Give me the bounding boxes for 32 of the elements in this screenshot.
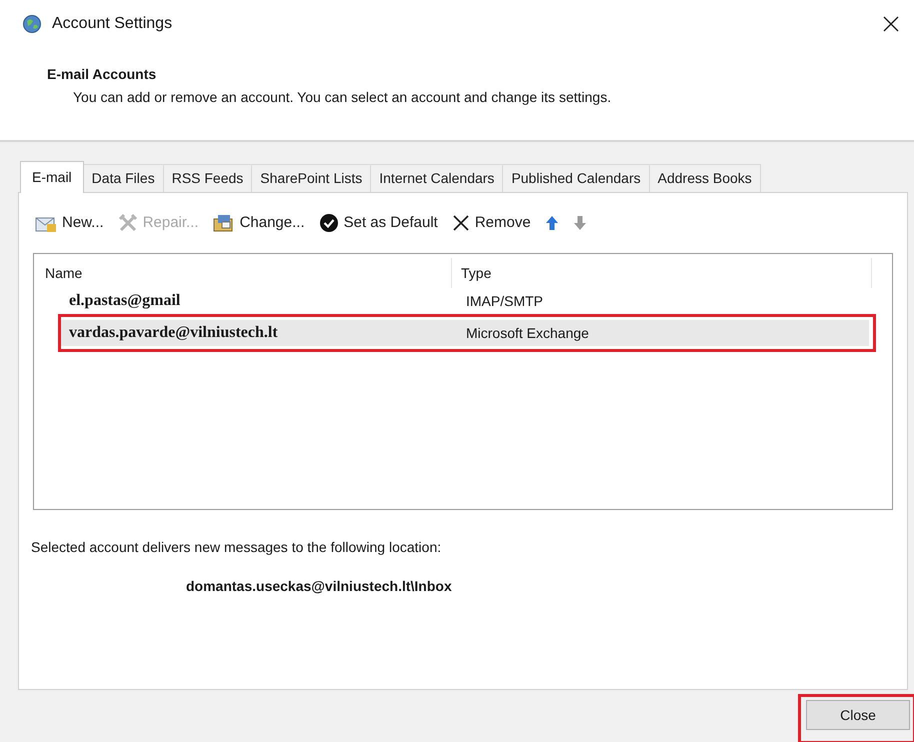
- close-icon: [883, 16, 899, 32]
- table-cell-text: vardas.pavarde@vilniustech.lt: [68, 323, 279, 343]
- table-cell-text: Microsoft Exchange: [465, 324, 589, 343]
- globe-icon: [22, 14, 42, 34]
- table-cell-text: el.pastas@gmail: [68, 291, 182, 311]
- close-icon: [452, 214, 470, 232]
- window-title: Account Settings: [52, 14, 172, 34]
- tab[interactable]: Data Files: [84, 164, 164, 192]
- section-description: You can add or remove an account. You can select an account and change its settings.: [73, 88, 612, 107]
- toolbar-button[interactable]: Set as Default: [318, 212, 438, 234]
- section-title: E-mail Accounts: [47, 65, 158, 84]
- tools-icon: [118, 213, 138, 233]
- tab[interactable]: RSS Feeds: [164, 164, 252, 192]
- table-cell-text: IMAP/SMTP: [465, 292, 544, 310]
- tab[interactable]: SharePoint Lists: [252, 164, 372, 192]
- tab[interactable]: Address Books: [650, 164, 761, 192]
- folder-icon: [212, 213, 235, 233]
- delivery-label: Selected account delivers new messages to the following location:: [31, 538, 442, 557]
- tab[interactable]: Published Calendars: [503, 164, 650, 192]
- column-header: Type: [452, 258, 872, 288]
- delivery-location: domantas.useckas@vilniustech.lt\Inbox: [186, 577, 453, 596]
- toolbar-button[interactable]: New...: [35, 212, 104, 234]
- column-header: Name: [36, 258, 452, 288]
- checkmark-icon: [318, 213, 339, 233]
- tab[interactable]: Internet Calendars: [371, 164, 504, 192]
- toolbar-button[interactable]: Change...: [212, 212, 305, 234]
- tab[interactable]: E-mail: [20, 161, 84, 193]
- account-row[interactable]: el.pastas@gmail IMAP/SMTP: [61, 288, 869, 314]
- toolbar-button[interactable]: Remove: [452, 212, 531, 234]
- close-button[interactable]: Close: [806, 700, 910, 730]
- account-row[interactable]: vardas.pavarde@vilniustech.lt Microsoft Exchange: [61, 320, 869, 346]
- arrow-up-icon[interactable]: [544, 215, 559, 231]
